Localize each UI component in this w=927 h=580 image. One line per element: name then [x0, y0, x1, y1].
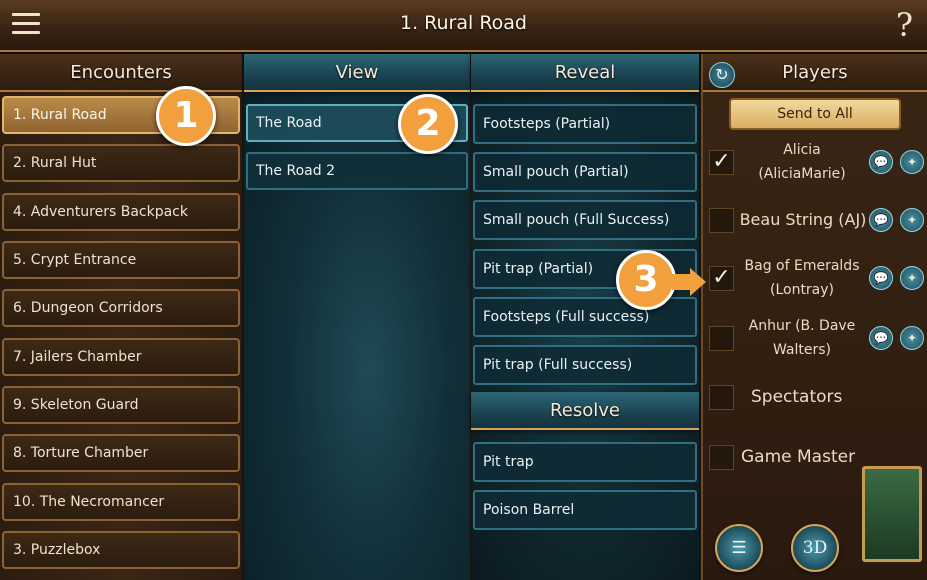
encounter-item[interactable]: 9. Skeleton Guard [2, 386, 240, 424]
view-item[interactable]: The Road 2 [246, 152, 468, 190]
player-handle: (AliciaMarie) [758, 166, 846, 182]
player-name: Alicia [783, 142, 821, 158]
spectators-row: Spectators [703, 382, 927, 414]
callout-badge-2: 2 [398, 94, 458, 154]
player-checkbox[interactable]: ✓ [709, 150, 734, 175]
player-handle: (Lontray) [769, 282, 835, 298]
resolve-header: Resolve [471, 392, 699, 430]
player-checkbox[interactable] [709, 208, 734, 233]
help-icon[interactable]: ? [896, 6, 913, 44]
page-title: 1. Rural Road [399, 12, 527, 34]
game-master-checkbox[interactable] [709, 445, 734, 470]
spectators-label: Spectators [751, 387, 843, 407]
reveal-item[interactable]: Footsteps (Partial) [473, 104, 697, 144]
encounter-item[interactable]: 5. Crypt Entrance [2, 241, 240, 279]
reveal-panel: Reveal Footsteps (Partial) Small pouch (… [471, 54, 699, 580]
3d-button[interactable]: 3D [791, 524, 839, 572]
send-to-all-button[interactable]: Send to All [729, 98, 901, 130]
encounter-item[interactable]: 4. Adventurers Backpack [2, 193, 240, 231]
scroll-icon[interactable]: ☰ [715, 524, 763, 572]
callout-badge-3: 3 [616, 250, 676, 310]
callout-arrow-icon [672, 268, 706, 296]
resolve-item[interactable]: Poison Barrel [473, 490, 697, 530]
spectators-checkbox[interactable] [709, 385, 734, 410]
players-header: Players [703, 54, 927, 92]
encounter-item[interactable]: 7. Jailers Chamber [2, 338, 240, 376]
chat-icon[interactable]: 💬 [869, 208, 893, 232]
player-name: Anhur (B. Dave [748, 318, 856, 334]
chat-icon[interactable]: 💬 [869, 150, 893, 174]
resolve-item[interactable]: Pit trap [473, 442, 697, 482]
pin-icon[interactable]: ✦ [900, 150, 924, 174]
encounter-item[interactable]: 8. Torture Chamber [2, 434, 240, 472]
chat-icon[interactable]: 💬 [869, 326, 893, 350]
player-name: Beau String (AJ) [739, 210, 867, 229]
view-header: View [244, 54, 470, 92]
reveal-item[interactable]: Small pouch (Partial) [473, 152, 697, 192]
reveal-item[interactable]: Small pouch (Full Success) [473, 200, 697, 240]
player-row: Anhur (B. Dave Walters) 💬 ✦ [703, 314, 927, 364]
player-row: Beau String (AJ) 💬 ✦ [703, 206, 927, 242]
player-row: ✓ Bag of Emeralds (Lontray) 💬 ✦ [703, 254, 927, 304]
character-card-thumbnail[interactable] [862, 466, 922, 562]
players-panel: Players ↻ Send to All ✓ Alicia (AliciaMa… [701, 54, 927, 580]
pin-icon[interactable]: ✦ [900, 326, 924, 350]
encounter-item[interactable]: 3. Puzzlebox [2, 531, 240, 569]
player-checkbox[interactable]: ✓ [709, 266, 734, 291]
encounter-item[interactable]: 6. Dungeon Corridors [2, 289, 240, 327]
top-bar: 1. Rural Road ? [0, 0, 927, 52]
player-handle: Walters) [772, 342, 832, 358]
encounter-item[interactable]: 2. Rural Hut [2, 144, 240, 182]
reveal-header: Reveal [471, 54, 699, 92]
encounter-item[interactable]: 10. The Necromancer [2, 483, 240, 521]
player-checkbox[interactable] [709, 326, 734, 351]
player-name: Bag of Emeralds [744, 258, 860, 274]
encounters-header: Encounters [0, 54, 242, 92]
pin-icon[interactable]: ✦ [900, 266, 924, 290]
callout-badge-1: 1 [156, 86, 216, 146]
pin-icon[interactable]: ✦ [900, 208, 924, 232]
player-row: ✓ Alicia (AliciaMarie) 💬 ✦ [703, 138, 927, 188]
chat-icon[interactable]: 💬 [869, 266, 893, 290]
reveal-item[interactable]: Pit trap (Full success) [473, 345, 697, 385]
refresh-icon[interactable]: ↻ [709, 62, 735, 88]
